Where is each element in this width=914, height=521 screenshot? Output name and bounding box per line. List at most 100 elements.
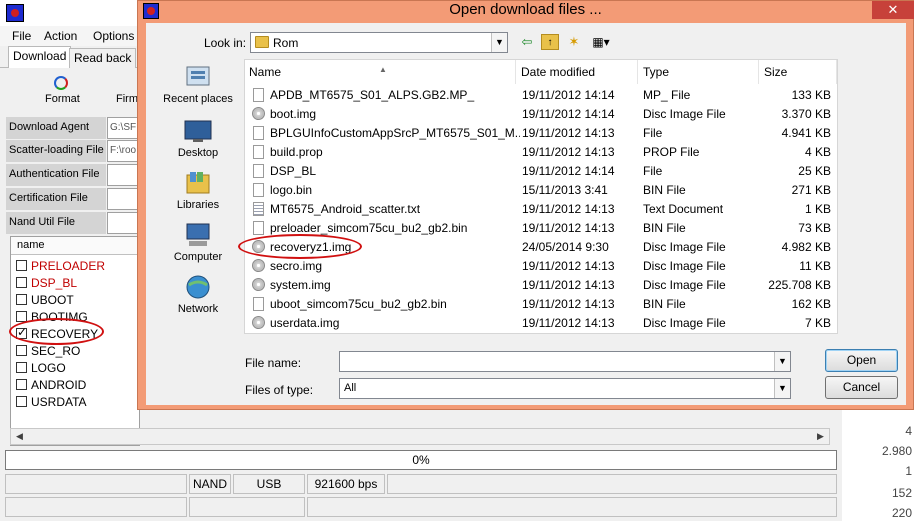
close-button[interactable]: ✕ bbox=[872, 1, 914, 19]
partition-checkbox[interactable] bbox=[16, 379, 27, 390]
file-row[interactable]: secro.img 19/11/2012 14:13 Disc Image Fi… bbox=[245, 257, 837, 276]
file-icon bbox=[253, 88, 264, 102]
list-horizontal-scrollbar[interactable]: ◀ ▶ bbox=[10, 428, 830, 445]
file-date: 19/11/2012 14:14 bbox=[522, 88, 615, 102]
file-icon bbox=[253, 164, 264, 178]
download-agent-label: Download Agent bbox=[6, 117, 106, 139]
file-size: 11 KB bbox=[799, 259, 831, 273]
file-date: 19/11/2012 14:13 bbox=[522, 145, 615, 159]
up-folder-icon[interactable]: ↑ bbox=[541, 34, 559, 50]
open-button[interactable]: Open bbox=[825, 349, 898, 372]
back-arrow-icon[interactable]: ⇦ bbox=[518, 34, 536, 50]
disc-image-icon bbox=[252, 316, 265, 329]
file-size: 25 KB bbox=[798, 164, 831, 178]
new-folder-icon[interactable]: ✶ bbox=[565, 34, 583, 50]
status-baud: 921600 bps bbox=[307, 474, 385, 494]
menu-file[interactable]: File bbox=[12, 29, 31, 43]
tab-read-back[interactable]: Read back bbox=[69, 48, 137, 68]
lookin-dropdown[interactable]: Rom ▼ bbox=[250, 32, 508, 53]
side-value: 1 bbox=[905, 464, 912, 478]
open-download-files-dialog: Open download files ... ✕ Look in: Rom ▼… bbox=[137, 0, 914, 410]
file-row[interactable]: logo.bin 15/11/2013 3:41 BIN File 271 KB bbox=[245, 181, 837, 200]
scatter-file-input[interactable]: F:\roo bbox=[107, 140, 141, 162]
place-computer[interactable]: Computer bbox=[156, 221, 240, 263]
cancel-button[interactable]: Cancel bbox=[825, 376, 898, 399]
file-row[interactable]: MT6575_Android_scatter.txt 19/11/2012 14… bbox=[245, 200, 837, 219]
file-date: 19/11/2012 14:13 bbox=[522, 297, 615, 311]
firmware-button-label[interactable]: Firm bbox=[116, 93, 138, 105]
format-icon[interactable] bbox=[54, 76, 68, 90]
file-size: 4.982 KB bbox=[781, 240, 831, 254]
disc-image-icon bbox=[252, 107, 265, 120]
format-button-label[interactable]: Format bbox=[45, 93, 80, 105]
progress-text: 0% bbox=[412, 453, 430, 467]
partition-checkbox[interactable] bbox=[16, 396, 27, 407]
chevron-down-icon[interactable]: ▼ bbox=[491, 33, 507, 52]
column-header-size[interactable]: Size bbox=[760, 60, 837, 84]
place-network[interactable]: Network bbox=[156, 273, 240, 315]
column-header-name[interactable]: Name ▲ bbox=[245, 60, 516, 84]
file-list: Name ▲ Date modified Type Size APDB_MT65… bbox=[244, 59, 838, 334]
status-cell-empty bbox=[387, 474, 837, 494]
file-row[interactable]: userdata.img 19/11/2012 14:13 Disc Image… bbox=[245, 314, 837, 333]
cert-file-input[interactable] bbox=[107, 188, 141, 210]
partition-item[interactable]: DSP_BL bbox=[16, 274, 77, 291]
nand-util-input[interactable] bbox=[107, 212, 141, 234]
sort-ascending-icon: ▲ bbox=[379, 65, 387, 74]
partition-item[interactable]: ANDROID bbox=[16, 376, 86, 393]
scroll-right-icon[interactable]: ▶ bbox=[813, 430, 828, 443]
status-bar-secondary bbox=[5, 497, 837, 517]
file-row[interactable]: uboot_simcom75cu_bu2_gb2.bin 19/11/2012 … bbox=[245, 295, 837, 314]
view-menu-icon[interactable]: ▦▾ bbox=[588, 34, 614, 50]
partition-item[interactable]: LOGO bbox=[16, 359, 66, 376]
file-row[interactable]: boot.img 19/11/2012 14:14 Disc Image Fil… bbox=[245, 105, 837, 124]
file-type: PROP File bbox=[643, 145, 700, 159]
file-type: File bbox=[643, 126, 663, 140]
partition-checkbox[interactable] bbox=[16, 362, 27, 373]
partition-checkbox[interactable] bbox=[16, 345, 27, 356]
side-value: 220 bbox=[891, 506, 912, 520]
filetype-value: All bbox=[344, 382, 357, 394]
partition-checkbox[interactable] bbox=[16, 277, 27, 288]
column-header-date[interactable]: Date modified bbox=[517, 60, 638, 84]
place-libraries[interactable]: Libraries bbox=[156, 169, 240, 211]
tab-download[interactable]: Download bbox=[8, 46, 72, 68]
file-row[interactable]: BPLGUInfoCustomAppSrcP_MT6575_S01_M... 1… bbox=[245, 124, 837, 143]
file-date: 19/11/2012 14:13 bbox=[522, 259, 615, 273]
partition-checkbox[interactable] bbox=[16, 260, 27, 271]
file-name: APDB_MT6575_S01_ALPS.GB2.MP_ bbox=[270, 88, 475, 102]
file-row[interactable]: build.prop 19/11/2012 14:13 PROP File 4 … bbox=[245, 143, 837, 162]
column-header-type[interactable]: Type bbox=[639, 60, 759, 84]
status-cell-empty bbox=[5, 474, 187, 494]
partition-item[interactable]: USRDATA bbox=[16, 393, 87, 410]
side-value: 4 bbox=[905, 424, 912, 438]
filename-input[interactable]: ▼ bbox=[339, 351, 791, 372]
place-recent[interactable]: Recent places bbox=[156, 63, 240, 105]
download-agent-input[interactable]: G:\SF bbox=[107, 117, 141, 139]
auth-file-input[interactable] bbox=[107, 164, 141, 186]
partition-checkbox[interactable] bbox=[16, 294, 27, 305]
app-toolbar: Format Firm bbox=[0, 68, 140, 114]
status-cell-empty bbox=[307, 497, 837, 517]
file-size: 271 KB bbox=[791, 183, 831, 197]
partition-item[interactable]: UBOOT bbox=[16, 291, 74, 308]
list-header-name[interactable]: name bbox=[11, 237, 141, 255]
file-size: 133 KB bbox=[791, 88, 831, 102]
partition-item[interactable]: PRELOADER bbox=[16, 257, 105, 274]
file-name: uboot_simcom75cu_bu2_gb2.bin bbox=[270, 297, 447, 311]
file-row[interactable]: system.img 19/11/2012 14:13 Disc Image F… bbox=[245, 276, 837, 295]
menu-action[interactable]: Action bbox=[44, 29, 77, 43]
file-row[interactable]: APDB_MT6575_S01_ALPS.GB2.MP_ 19/11/2012 … bbox=[245, 86, 837, 105]
scroll-left-icon[interactable]: ◀ bbox=[12, 430, 27, 443]
chevron-down-icon[interactable]: ▼ bbox=[774, 379, 790, 398]
status-cell-empty bbox=[5, 497, 187, 517]
file-name: boot.img bbox=[270, 107, 317, 121]
file-date: 19/11/2012 14:14 bbox=[522, 164, 615, 178]
menu-options[interactable]: Options bbox=[93, 29, 134, 43]
desktop-icon bbox=[183, 117, 213, 145]
place-desktop[interactable]: Desktop bbox=[156, 117, 240, 159]
file-name: MT6575_Android_scatter.txt bbox=[270, 202, 421, 216]
file-row[interactable]: DSP_BL 19/11/2012 14:14 File 25 KB bbox=[245, 162, 837, 181]
filetype-dropdown[interactable]: All ▼ bbox=[339, 378, 791, 399]
chevron-down-icon[interactable]: ▼ bbox=[774, 352, 790, 371]
